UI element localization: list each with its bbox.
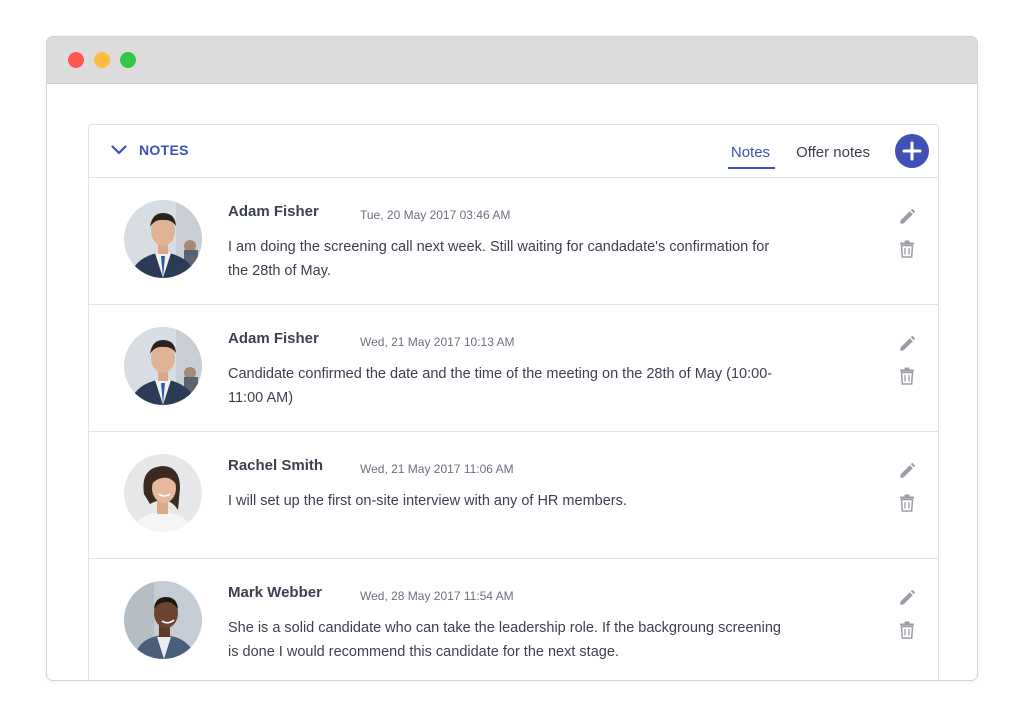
edit-note-button[interactable] [898, 335, 916, 358]
note-author: Rachel Smith [228, 457, 324, 474]
note-item: Adam Fisher Wed, 21 May 2017 10:13 AM Ca… [89, 305, 938, 432]
note-date: Wed, 28 May 2017 11:54 AM [360, 589, 514, 603]
avatar [124, 454, 202, 532]
notes-panel: NOTES Notes Offer notes Adam Fisher Tue,… [88, 124, 939, 680]
app-window: NOTES Notes Offer notes Adam Fisher Tue,… [46, 36, 978, 681]
note-item: Adam Fisher Tue, 20 May 2017 03:46 AM I … [89, 178, 938, 305]
note-text: Candidate confirmed the date and the tim… [228, 366, 773, 406]
trash-icon [900, 494, 914, 512]
trash-icon [900, 240, 914, 258]
note-author: Adam Fisher [228, 203, 319, 220]
tab-notes[interactable]: Notes [727, 144, 776, 169]
note-author: Adam Fisher [228, 330, 319, 347]
panel-title: NOTES [139, 142, 189, 158]
note-text: I am doing the screening call next week.… [228, 239, 770, 279]
trash-icon [900, 367, 914, 385]
note-date: Wed, 21 May 2017 10:13 AM [360, 335, 515, 349]
delete-note-button[interactable] [899, 494, 915, 517]
note-item: Rachel Smith Wed, 21 May 2017 11:06 AM I… [89, 432, 938, 559]
note-item: Mark Webber Wed, 28 May 2017 11:54 AM Sh… [89, 559, 938, 680]
minimize-window-button[interactable] [94, 52, 110, 68]
add-note-button[interactable] [895, 134, 929, 168]
note-text: I will set up the first on-site intervie… [228, 493, 627, 509]
maximize-window-button[interactable] [120, 52, 136, 68]
close-window-button[interactable] [68, 52, 84, 68]
pencil-icon [900, 336, 915, 351]
collapse-notes-toggle[interactable]: NOTES [111, 142, 189, 158]
edit-note-button[interactable] [898, 462, 916, 485]
edit-note-button[interactable] [898, 208, 916, 231]
tab-offer-notes[interactable]: Offer notes [796, 144, 870, 169]
pencil-icon [900, 590, 915, 605]
plus-icon [902, 141, 922, 161]
delete-note-button[interactable] [899, 621, 915, 644]
chevron-down-icon [111, 145, 127, 155]
note-text: She is a solid candidate who can take th… [228, 620, 781, 660]
note-date: Wed, 21 May 2017 11:06 AM [360, 462, 514, 476]
edit-note-button[interactable] [898, 589, 916, 612]
avatar [124, 581, 202, 659]
avatar [124, 200, 202, 278]
pencil-icon [900, 209, 915, 224]
note-author: Mark Webber [228, 584, 322, 601]
window-titlebar [47, 37, 977, 84]
delete-note-button[interactable] [899, 240, 915, 263]
notes-tabs: Notes Offer notes [727, 144, 870, 169]
delete-note-button[interactable] [899, 367, 915, 390]
trash-icon [900, 621, 914, 639]
pencil-icon [900, 463, 915, 478]
note-date: Tue, 20 May 2017 03:46 AM [360, 208, 511, 222]
avatar [124, 327, 202, 405]
notes-panel-header: NOTES Notes Offer notes [89, 125, 938, 178]
